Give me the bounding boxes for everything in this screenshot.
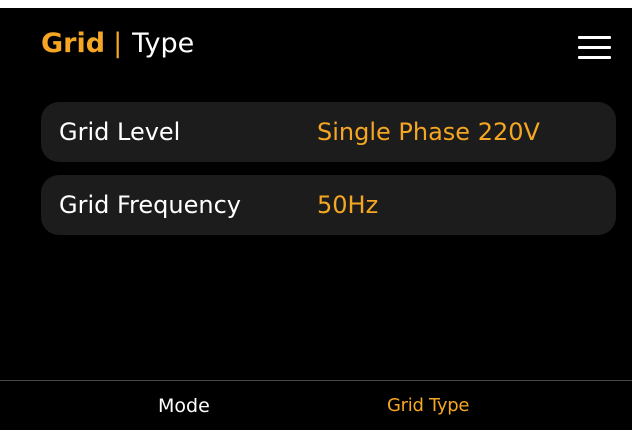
menu-line — [578, 36, 611, 39]
device-screen: Grid | Type Grid Level Single Phase 220V G… — [0, 8, 632, 430]
grid-frequency-row[interactable]: Grid Frequency 50Hz — [41, 175, 616, 235]
menu-line — [578, 56, 611, 59]
page-title-main: Grid — [41, 28, 106, 59]
page-title-sub: Type — [132, 28, 195, 59]
grid-frequency-value: 50Hz — [317, 191, 379, 219]
header: Grid | Type — [0, 8, 632, 86]
grid-frequency-label: Grid Frequency — [59, 191, 241, 219]
bottom-nav: Mode Grid Type — [0, 380, 632, 430]
grid-level-row[interactable]: Grid Level Single Phase 220V — [41, 102, 616, 162]
menu-line — [578, 46, 611, 49]
nav-item-mode[interactable]: Mode — [158, 393, 210, 419]
grid-level-value: Single Phase 220V — [317, 118, 540, 146]
grid-level-label: Grid Level — [59, 118, 181, 146]
hamburger-menu-icon[interactable] — [578, 36, 611, 60]
nav-item-grid-type[interactable]: Grid Type — [387, 393, 469, 419]
title-separator: | — [113, 28, 123, 59]
page-title: Grid | Type — [41, 27, 194, 61]
